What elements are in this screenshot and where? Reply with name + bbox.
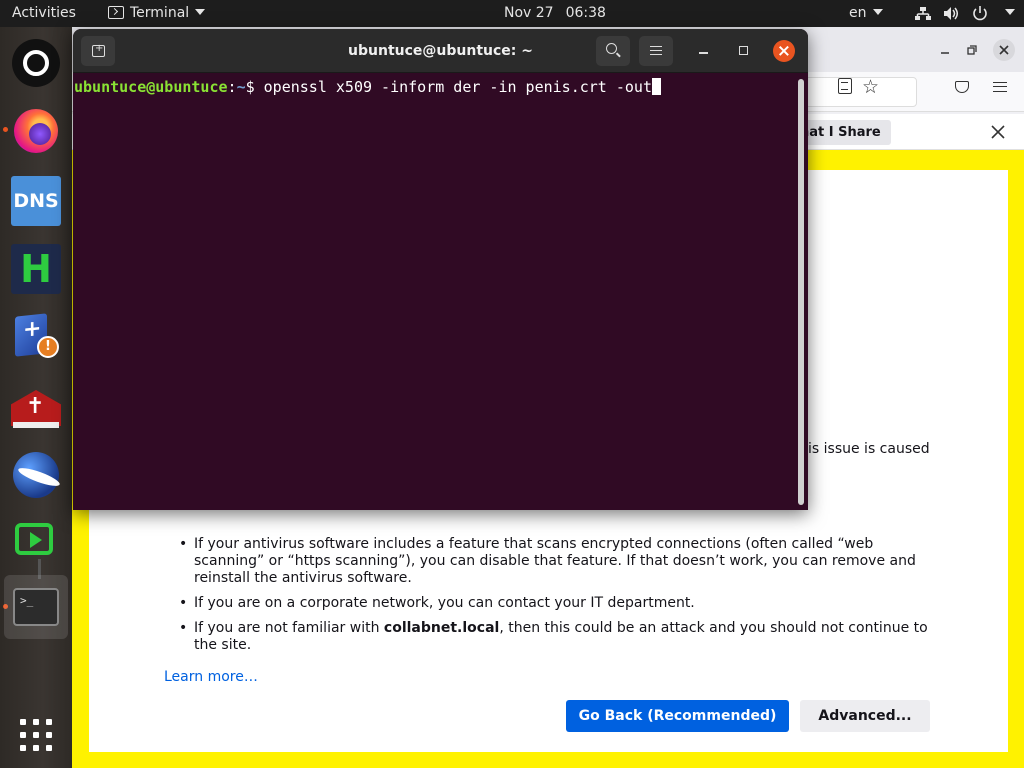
app-menu-label: Terminal [130,5,190,21]
warning-suggestions: If your antivirus software includes a fe… [179,536,939,662]
go-back-button[interactable]: Go Back (Recommended) [566,700,789,732]
firefox-maximize-button[interactable] [960,39,982,61]
firefox-close-button[interactable] [993,39,1015,61]
system-tray[interactable] [914,0,1016,27]
close-icon [999,45,1009,55]
terminal-minimize-button[interactable] [699,45,709,57]
hamburger-menu-icon[interactable] [993,82,1007,92]
prompt-path: ~ [236,78,246,96]
chevron-down-icon [872,9,883,15]
prompt-user: ubuntuce@ubuntuce [74,78,228,96]
new-tab-button[interactable] [81,36,115,66]
firefox-minimize-button[interactable] [934,39,956,61]
dock-item-hotspot[interactable]: H [10,243,62,295]
new-tab-icon [92,43,105,57]
text-cursor [651,78,661,95]
terminal-headerbar[interactable]: ubuntuce@ubuntuce: ~ [73,29,808,73]
dns-icon: DNS [11,176,61,226]
dock-item-firefox[interactable] [10,105,62,157]
close-icon [779,46,789,56]
list-item: If you are not familiar with collabnet.l… [179,620,939,654]
dock: DNS H ! >_ [0,27,72,768]
terminal-close-button[interactable] [773,40,795,62]
reader-view-icon[interactable] [838,78,852,94]
app-grid-icon [20,719,52,751]
network-icon [914,0,932,27]
warning-badge-icon: ! [37,336,59,358]
firefox-icon [14,109,58,153]
dock-item-bible-update[interactable]: ! [10,312,62,364]
bible-icon [11,390,61,426]
dock-item-dns[interactable]: DNS [10,175,62,227]
terminal-maximize-button[interactable] [739,45,749,57]
search-button[interactable] [596,36,630,66]
chevron-down-icon [1005,9,1016,15]
activities-button[interactable]: Activities [12,0,76,27]
list-item: If your antivirus software includes a fe… [179,536,939,587]
prompt-symbol: $ [245,78,264,96]
terminal-window[interactable]: ubuntuce@ubuntuce: ~ ubuntuce@ubuntuce:~… [73,29,808,510]
h-app-icon: H [11,244,61,294]
dock-item-terminal[interactable]: >_ [4,575,68,639]
dock-item-bible[interactable] [10,382,62,434]
bookmark-star-icon[interactable]: ☆ [862,72,879,102]
terminal-body[interactable]: ubuntuce@ubuntuce:~$ openssl x509 -infor… [73,74,808,510]
maximize-icon [739,46,748,55]
minimize-icon [699,52,708,54]
show-applications-button[interactable] [10,709,62,761]
terminal-title: ubuntuce@ubuntuce: ~ [348,43,533,59]
terminal-icon [108,6,124,19]
warning-partial-text: is issue is caused [808,441,930,457]
terminal-prompt-line[interactable]: ubuntuce@ubuntuce:~$ openssl x509 -infor… [74,77,661,97]
list-item: If you are on a corporate network, you c… [179,595,939,612]
terminal-icon: >_ [13,588,59,626]
clock-date: Nov 27 [504,5,554,21]
app-menu-button[interactable]: Terminal [108,0,206,27]
language-indicator[interactable]: en [849,0,883,27]
advanced-button[interactable]: Advanced... [800,700,930,732]
clock-time: 06:38 [565,5,606,21]
ubuntu-logo-icon [12,39,60,87]
prompt-separator: : [227,78,237,96]
hamburger-icon [650,46,662,55]
terminal-menu-button[interactable] [639,36,673,66]
search-icon [606,43,617,54]
volume-icon [942,0,960,27]
remote-desktop-icon [15,523,53,555]
top-bar: Activities Terminal Nov 27 06:38 en [0,0,1024,27]
dock-item-anydesk[interactable] [10,515,62,579]
power-icon [971,0,989,27]
running-indicator [3,127,8,132]
terminal-scrollbar[interactable] [798,79,804,505]
dock-item-globe-app[interactable] [10,449,62,501]
clock[interactable]: Nov 27 06:38 [504,0,606,27]
terminal-command: openssl x509 -inform der -in penis.crt -… [263,78,652,96]
learn-more-link[interactable]: Learn more… [164,669,258,685]
restore-icon [967,45,977,55]
url-bar[interactable] [792,77,917,107]
minimize-icon [941,52,949,54]
dock-item-ubuntu-software[interactable] [10,37,62,89]
language-label: en [849,5,867,21]
chevron-down-icon [195,9,206,15]
globe-icon [13,452,59,498]
domain-name: collabnet.local [383,620,500,636]
notification-close-icon[interactable] [990,114,1006,150]
bible-pages [13,422,59,428]
